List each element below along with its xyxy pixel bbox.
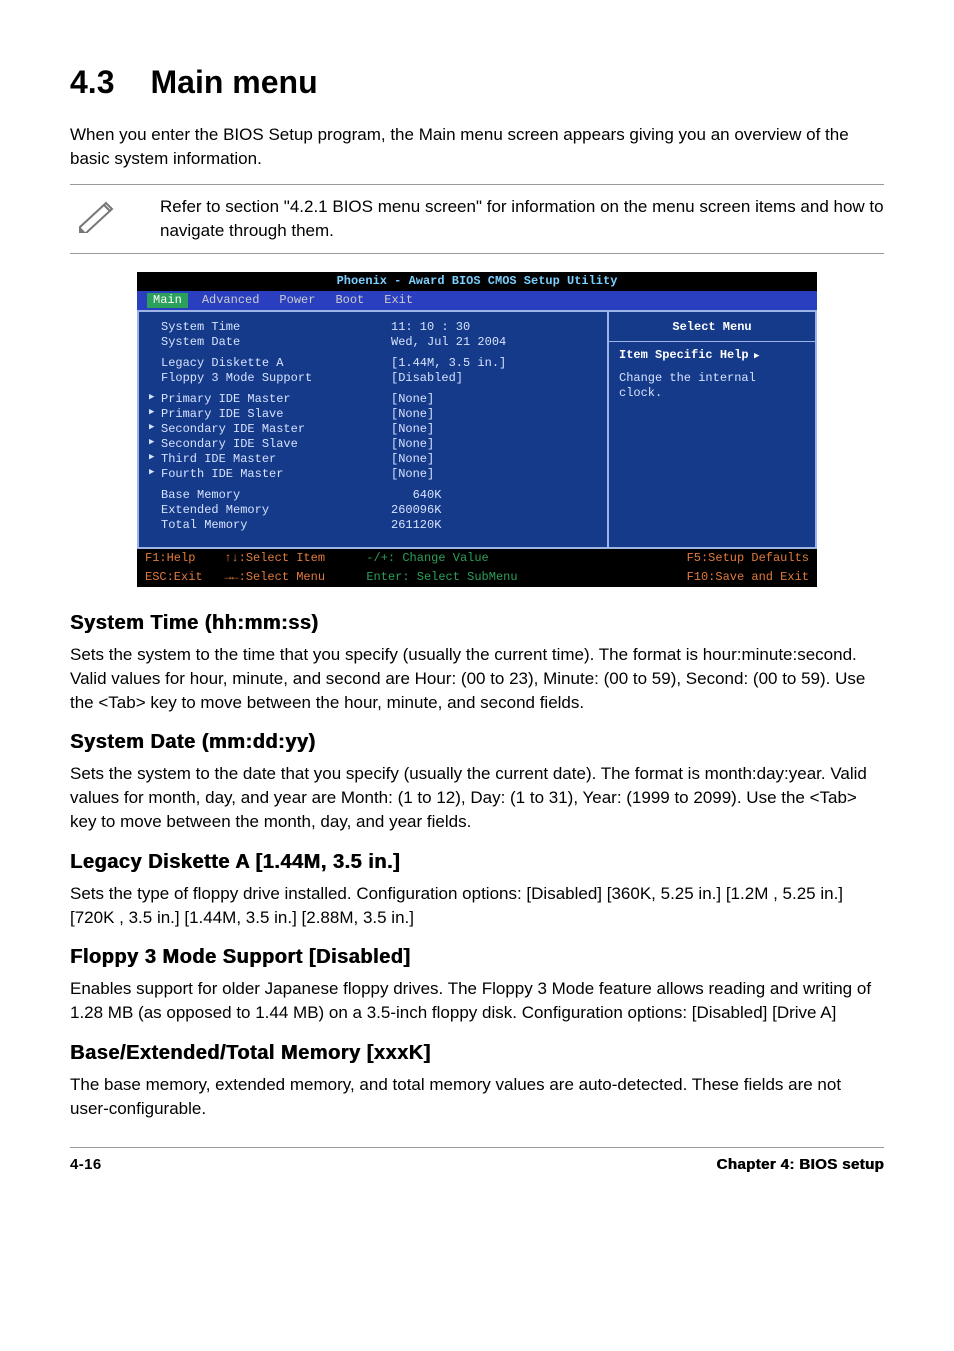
bios-row-label: System Time (161, 320, 391, 335)
bios-row: System Time11: 10 : 30 (149, 320, 597, 335)
bios-row-label: System Date (161, 335, 391, 350)
bios-row-label: Floppy 3 Mode Support (161, 371, 391, 386)
sub5-heading: Base/Extended/Total Memory [xxxK] (70, 1039, 884, 1067)
bios-row-value: 640K (391, 488, 441, 503)
bios-footer-2: ESC:Exit →←:Select Menu Enter: Select Su… (137, 568, 817, 587)
bios-row-value: 261120K (391, 518, 441, 533)
bios-row: Primary IDE Slave[None] (149, 407, 597, 422)
bios-row-value: [None] (391, 392, 434, 407)
bios-row: Floppy 3 Mode Support[Disabled] (149, 371, 597, 386)
bios-row-value: [Disabled] (391, 371, 463, 386)
footer-l1b: -/+: Change Value (366, 551, 587, 566)
section-title-text: Main menu (150, 64, 317, 100)
bios-row-value: [1.44M, 3.5 in.] (391, 356, 506, 371)
bios-row-label: Fourth IDE Master (161, 467, 391, 482)
bios-right-panel: Select Menu Item Specific Help Change th… (607, 310, 817, 549)
bios-row-label: Primary IDE Master (161, 392, 391, 407)
bios-tab-boot: Boot (329, 293, 370, 308)
footer-l2c: F10:Save and Exit (588, 570, 809, 585)
bios-footer: F1:Help ↑↓:Select Item -/+: Change Value… (137, 549, 817, 568)
sub3-body: Sets the type of floppy drive installed.… (70, 882, 884, 930)
bios-row-label: Primary IDE Slave (161, 407, 391, 422)
bios-row-label: Legacy Diskette A (161, 356, 391, 371)
bios-row-label: Total Memory (161, 518, 391, 533)
bios-row: Base Memory 640K (149, 488, 597, 503)
sub2-body: Sets the system to the date that you spe… (70, 762, 884, 833)
bios-row: System DateWed, Jul 21 2004 (149, 335, 597, 350)
bios-row: Primary IDE Master[None] (149, 392, 597, 407)
bios-row: Total Memory261120K (149, 518, 597, 533)
footer-l1c: F5:Setup Defaults (588, 551, 809, 566)
bios-row-label: Secondary IDE Master (161, 422, 391, 437)
sub3-heading: Legacy Diskette A [1.44M, 3.5 in.] (70, 848, 884, 876)
bios-tab-advanced: Advanced (196, 293, 266, 308)
bios-row-label: Secondary IDE Slave (161, 437, 391, 452)
note-text: Refer to section "4.2.1 BIOS menu screen… (160, 195, 884, 243)
bios-left-panel: System Time11: 10 : 30System DateWed, Ju… (137, 310, 607, 549)
bios-row: Secondary IDE Master[None] (149, 422, 597, 437)
bios-row: Third IDE Master[None] (149, 452, 597, 467)
note-block: Refer to section "4.2.1 BIOS menu screen… (70, 184, 884, 254)
bios-title: Phoenix - Award BIOS CMOS Setup Utility (137, 272, 817, 291)
bios-row: Legacy Diskette A[1.44M, 3.5 in.] (149, 356, 597, 371)
bios-row-value: 260096K (391, 503, 441, 518)
bios-row-value: [None] (391, 467, 434, 482)
sub2-heading: System Date (mm:dd:yy) (70, 728, 884, 756)
bios-row-value: Wed, Jul 21 2004 (391, 335, 506, 350)
sub1-heading: System Time (hh:mm:ss) (70, 609, 884, 637)
page-number: 4-16 (70, 1154, 102, 1175)
bios-row: Fourth IDE Master[None] (149, 467, 597, 482)
footer-l2a: ESC:Exit →←:Select Menu (145, 570, 366, 585)
sub4-body: Enables support for older Japanese flopp… (70, 977, 884, 1025)
sub1-body: Sets the system to the time that you spe… (70, 643, 884, 714)
bios-row-label: Extended Memory (161, 503, 391, 518)
bios-tab-exit: Exit (378, 293, 419, 308)
page-footer: 4-16 Chapter 4: BIOS setup (70, 1147, 884, 1175)
bios-help-text: Change the internal clock. (619, 371, 805, 401)
bios-row-value: [None] (391, 407, 434, 422)
bios-right-header: Select Menu (619, 320, 805, 335)
bios-row-value: [None] (391, 437, 434, 452)
bios-help-label: Item Specific Help (619, 348, 805, 363)
footer-l2b: Enter: Select SubMenu (366, 570, 587, 585)
sub5-body: The base memory, extended memory, and to… (70, 1073, 884, 1121)
bios-row-value: 11: 10 : 30 (391, 320, 470, 335)
bios-row-value: [None] (391, 452, 434, 467)
bios-tab-power: Power (273, 293, 321, 308)
sub4-heading: Floppy 3 Mode Support [Disabled] (70, 943, 884, 971)
chapter-label: Chapter 4: BIOS setup (716, 1154, 884, 1175)
bios-screenshot: Phoenix - Award BIOS CMOS Setup Utility … (137, 272, 817, 587)
section-number: 4.3 (70, 64, 114, 100)
bios-tab-main: Main (147, 293, 188, 308)
bios-menubar: Main Advanced Power Boot Exit (137, 291, 817, 310)
pencil-icon (70, 195, 160, 240)
bios-row-label: Third IDE Master (161, 452, 391, 467)
bios-row: Secondary IDE Slave[None] (149, 437, 597, 452)
bios-body: System Time11: 10 : 30System DateWed, Ju… (137, 310, 817, 549)
section-heading: 4.3 Main menu (70, 60, 884, 105)
bios-row: Extended Memory260096K (149, 503, 597, 518)
bios-row-value: [None] (391, 422, 434, 437)
intro-paragraph: When you enter the BIOS Setup program, t… (70, 123, 884, 171)
bios-row-label: Base Memory (161, 488, 391, 503)
footer-l1a: F1:Help ↑↓:Select Item (145, 551, 366, 566)
